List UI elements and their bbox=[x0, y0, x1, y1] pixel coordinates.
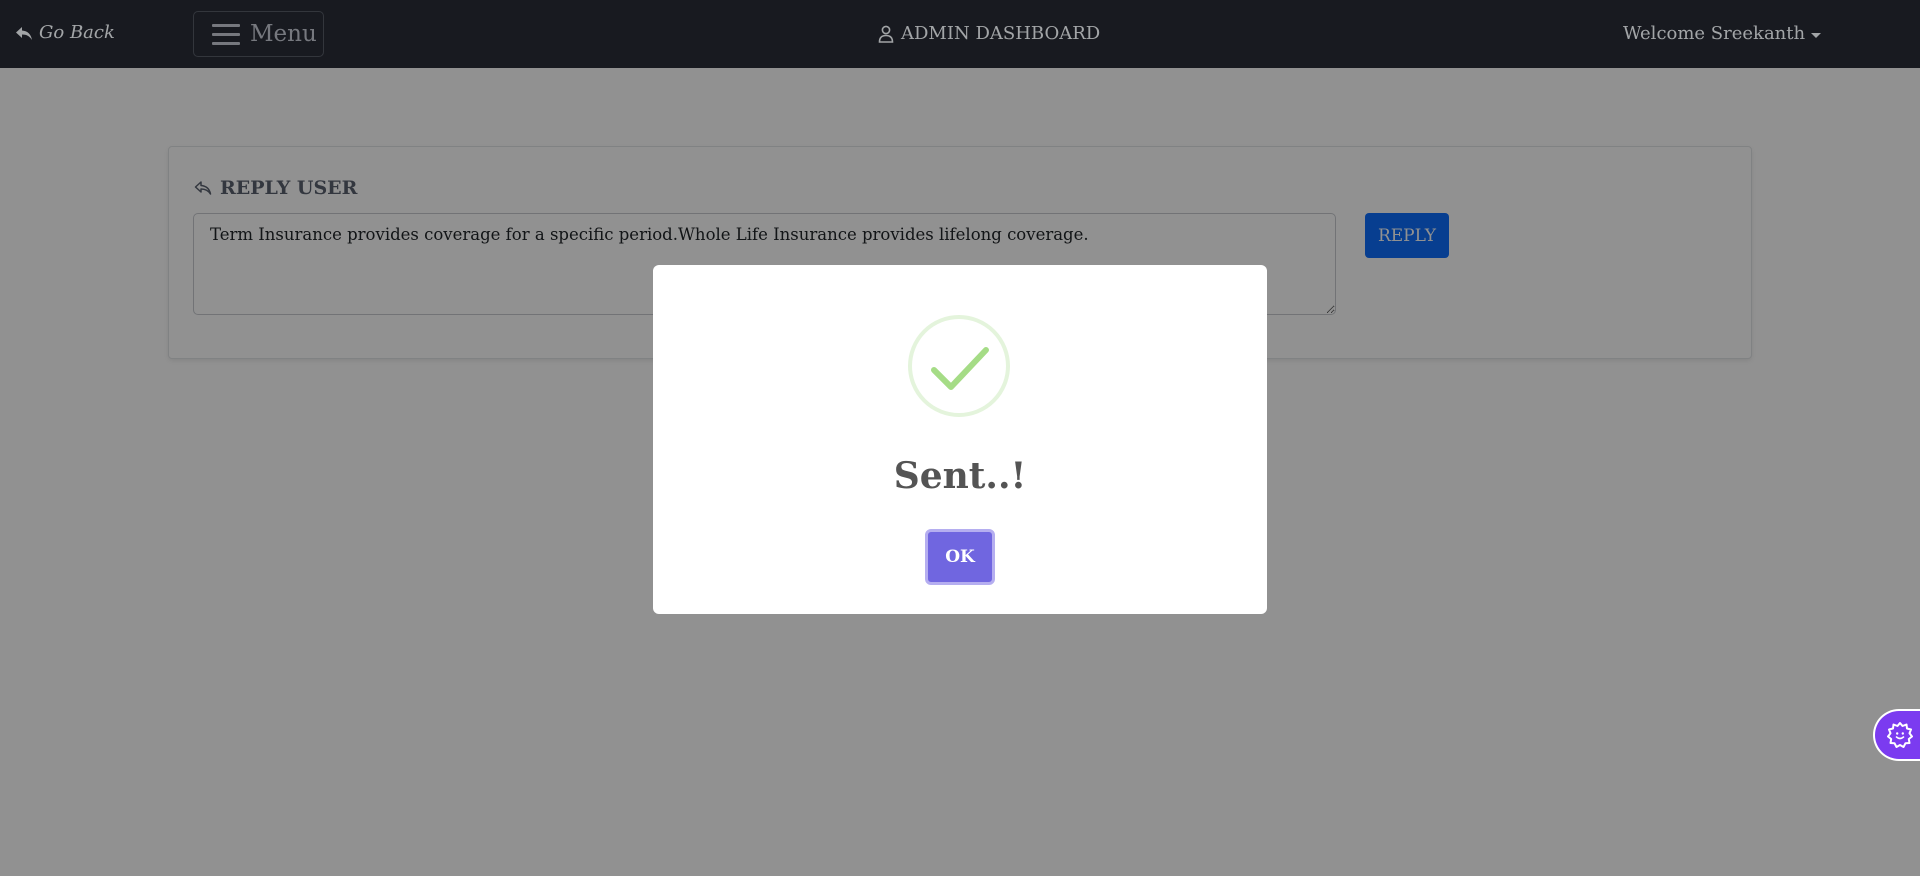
user-dropdown[interactable]: Welcome Sreekanth bbox=[1623, 23, 1822, 44]
page-title-text: ADMIN DASHBOARD bbox=[901, 23, 1101, 44]
menu-button[interactable]: Menu bbox=[193, 11, 324, 57]
settings-widget-button[interactable] bbox=[1875, 711, 1920, 759]
reply-arrow-icon bbox=[15, 24, 33, 42]
welcome-text: Welcome Sreekanth bbox=[1623, 23, 1806, 44]
hamburger-icon bbox=[212, 23, 240, 45]
caret-down-icon bbox=[1811, 32, 1822, 38]
dialog-title: Sent..! bbox=[893, 455, 1027, 497]
gear-icon bbox=[1887, 722, 1913, 748]
success-check-icon bbox=[908, 315, 1010, 417]
go-back-link[interactable]: Go Back bbox=[15, 22, 115, 43]
user-icon bbox=[878, 25, 894, 43]
menu-label: Menu bbox=[250, 21, 317, 47]
go-back-label: Go Back bbox=[39, 22, 115, 43]
top-navbar: Go Back Menu ADMIN DASHBOARD Welcome Sre… bbox=[0, 0, 1920, 68]
ok-button[interactable]: OK bbox=[925, 529, 995, 585]
success-dialog: Sent..! OK bbox=[653, 265, 1267, 614]
page-title: ADMIN DASHBOARD bbox=[878, 23, 1100, 44]
